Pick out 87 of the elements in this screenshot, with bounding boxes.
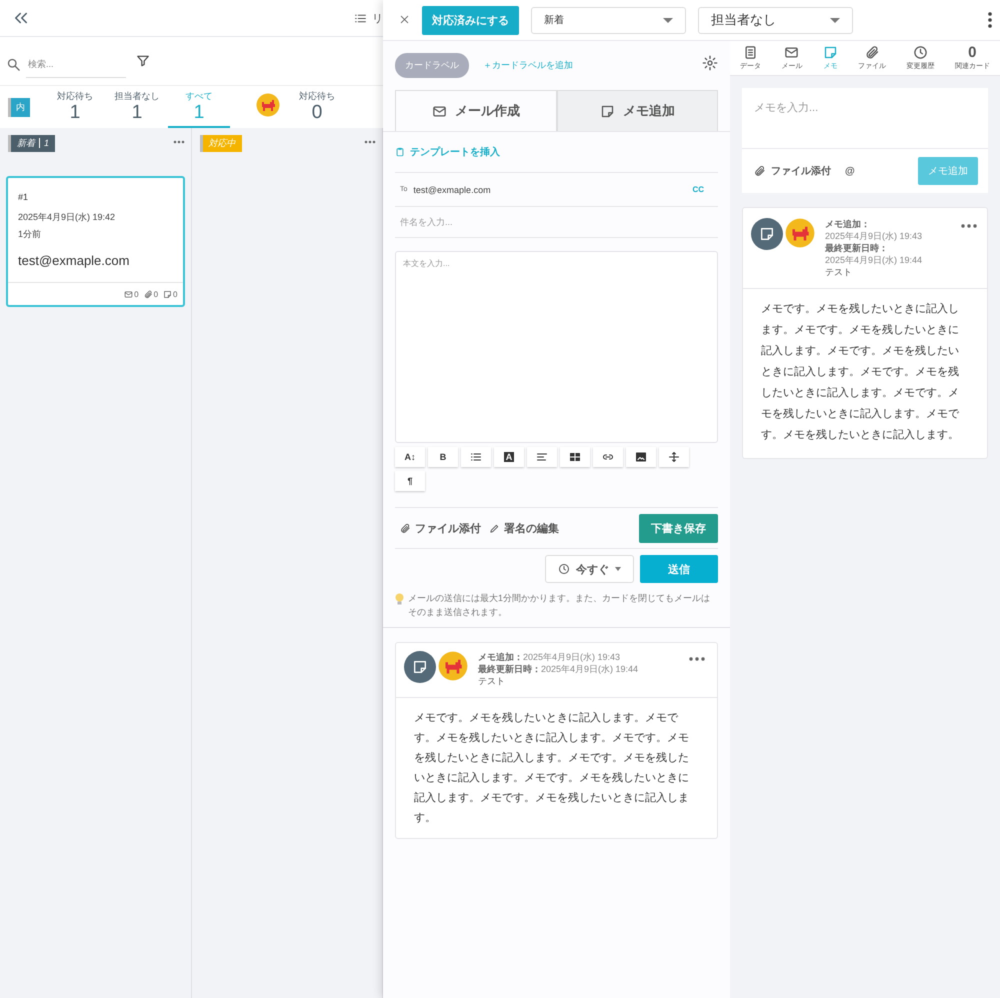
- memo-author: テスト: [825, 266, 853, 278]
- list-icon[interactable]: [470, 451, 482, 463]
- more-icon[interactable]: [961, 224, 977, 228]
- avatar-icon: [256, 92, 280, 116]
- status-tab[interactable]: 担当者なし 1: [106, 86, 168, 128]
- note-icon: [822, 45, 838, 60]
- format-button[interactable]: [527, 447, 557, 467]
- mail-icon: [124, 290, 134, 298]
- mail-icon: [432, 104, 447, 118]
- column-tag: 対応中: [200, 134, 242, 152]
- document-icon: [743, 45, 758, 60]
- memo-input[interactable]: メモを入力...: [742, 88, 988, 149]
- format-button[interactable]: [626, 447, 656, 467]
- list-icon: [354, 12, 367, 24]
- format-button[interactable]: [560, 447, 590, 467]
- format-button[interactable]: [461, 447, 491, 467]
- note-icon: [163, 290, 172, 298]
- memo-text: メモです。メモを残したいときに記入します。メモです。メモを残したいときに記入します。メモです。メモを残したいときに記入します。メモです。メモを残したいときに記入します。メモです。メモを残したいときに記入します。メモです。メモを残したいときに記入します。: [413, 711, 690, 826]
- clipboard-icon: [395, 147, 405, 157]
- memo-updated-label: 最終更新日時：: [478, 664, 541, 674]
- edit-signature-link[interactable]: 署名の編集: [504, 520, 559, 536]
- ticket-number: #1: [18, 192, 30, 202]
- more-icon[interactable]: [689, 657, 705, 661]
- table-icon[interactable]: [569, 451, 581, 463]
- ticket-age: 1分前: [18, 228, 42, 241]
- file-count: 0: [154, 290, 158, 298]
- ticket-card[interactable]: #1 2025年4月9日(水) 19:42 1分前 test@exmaple.com 0 0 0: [6, 176, 184, 307]
- attach-file-link[interactable]: ファイル添付: [771, 164, 831, 178]
- attach-file-link[interactable]: ファイル添付: [415, 520, 481, 536]
- filter-icon[interactable]: [136, 54, 150, 68]
- lightbulb-icon: [395, 593, 404, 605]
- ticket-date: 2025年4月9日(水) 19:42: [18, 211, 116, 224]
- format-button[interactable]: [659, 447, 689, 467]
- note-icon: [412, 659, 428, 675]
- compose-tab[interactable]: メモ追加: [556, 90, 718, 131]
- subject-field[interactable]: 件名を入力...: [395, 207, 718, 238]
- paperclip-icon: [400, 522, 411, 534]
- mail-icon: [784, 45, 800, 60]
- format-button[interactable]: [593, 447, 623, 467]
- clock-icon: [912, 45, 928, 60]
- align-left-icon[interactable]: [536, 451, 548, 463]
- memo-added-label: メモ追加：: [825, 218, 871, 230]
- mention-button[interactable]: @: [845, 166, 855, 176]
- memo-count: 0: [173, 290, 178, 298]
- memo-updated-date: 2025年4月9日(水) 19:44: [825, 254, 922, 266]
- status-tab[interactable]: 対応待ち 1: [44, 86, 106, 128]
- note-icon: [600, 104, 615, 118]
- memo-text: メモです。メモを残したいときに記入します。メモです。メモを残したいときに記入します。メモです。メモを残したいときに記入します。メモです。メモを残したいときに記入します。メモです。メモを残したいときに記入します。メモです。メモを残したいときに記入します。: [760, 302, 960, 443]
- note-icon: [759, 226, 775, 242]
- move-icon[interactable]: [668, 451, 680, 463]
- mail-count: 0: [134, 290, 139, 298]
- avatar-icon: [785, 218, 815, 248]
- paperclip-icon: [864, 45, 880, 60]
- compose-tab[interactable]: メール作成: [395, 90, 556, 131]
- memo-updated-date: 2025年4月9日(水) 19:44: [541, 664, 638, 674]
- memo-updated-label: 最終更新日時：: [825, 242, 889, 254]
- format-button[interactable]: ¶: [395, 471, 425, 491]
- kebab-menu-icon[interactable]: [988, 12, 992, 28]
- settings-icon[interactable]: [702, 55, 718, 71]
- memo-author: テスト: [478, 675, 506, 687]
- close-icon[interactable]: [399, 14, 410, 25]
- format-button[interactable]: A↕: [395, 447, 425, 467]
- view-label[interactable]: リ: [372, 10, 383, 26]
- ticket-email: test@exmaple.com: [18, 253, 130, 268]
- image-icon[interactable]: [635, 451, 647, 463]
- schedule-button[interactable]: 今すぐ: [545, 555, 634, 583]
- pencil-icon: [489, 522, 500, 534]
- inbox-badge: 内: [8, 98, 30, 116]
- search-field[interactable]: 検索...: [26, 50, 126, 78]
- format-button[interactable]: B: [428, 447, 458, 467]
- send-note: メールの送信には最大1分間かかります。また、カードを閉じてもメールはそのまま送信されます。: [408, 592, 712, 619]
- search-icon: [6, 56, 21, 72]
- status-select[interactable]: 新着: [531, 6, 686, 34]
- body-field[interactable]: 本文を入力...: [395, 251, 718, 443]
- assignee-select[interactable]: 担当者なし: [698, 6, 853, 34]
- format-button[interactable]: A: [494, 447, 524, 467]
- paperclip-icon: [144, 290, 153, 298]
- related-count: 0: [968, 45, 976, 60]
- clock-icon: [558, 563, 570, 575]
- memo-added-label: メモ追加：: [478, 652, 523, 662]
- memo-added-date: 2025年4月9日(水) 19:43: [825, 230, 922, 242]
- paperclip-icon: [754, 165, 766, 177]
- memo-added-date: 2025年4月9日(水) 19:43: [523, 652, 620, 662]
- avatar-icon: [438, 651, 468, 681]
- column-tag: 新着 1: [8, 134, 56, 152]
- status-tab[interactable]: 対応待ち 0: [292, 86, 342, 128]
- to-address: test@exmaple.com: [413, 184, 491, 194]
